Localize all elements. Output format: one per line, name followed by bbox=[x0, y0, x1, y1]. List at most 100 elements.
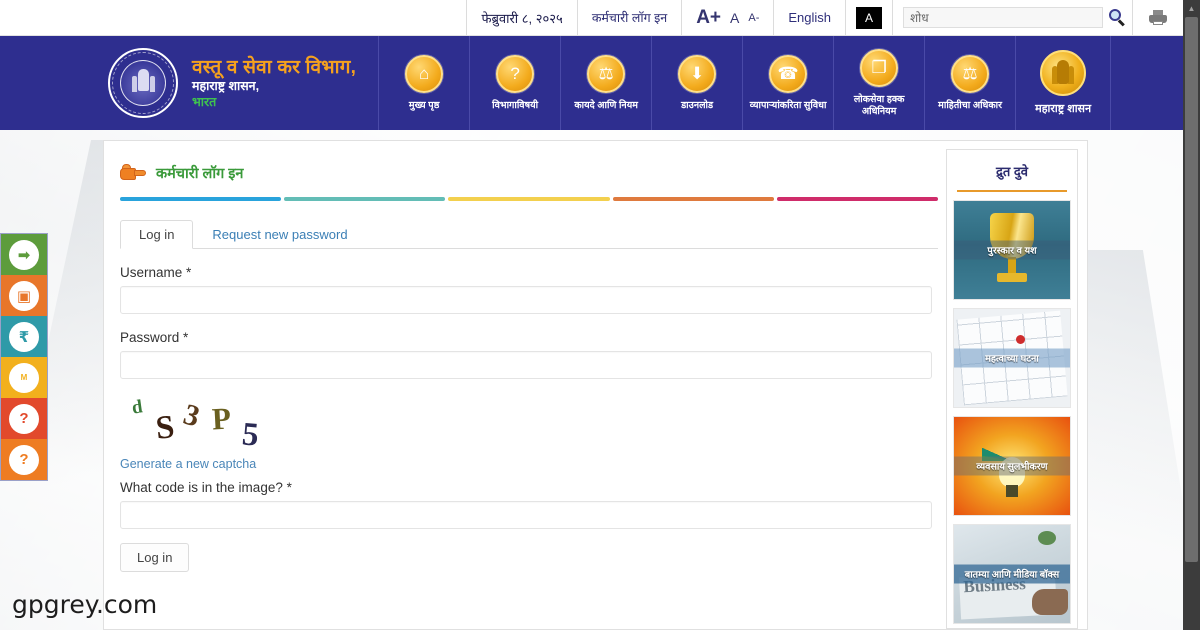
username-input[interactable] bbox=[120, 286, 932, 314]
rainbow-segment-2 bbox=[448, 197, 610, 201]
nav-item-label: लोकसेवा हक्क अधिनियम bbox=[853, 94, 905, 117]
brand-title-line3: भारत bbox=[192, 94, 217, 109]
quick-links-rule bbox=[957, 190, 1067, 192]
captcha-char-1: S bbox=[154, 409, 177, 447]
printer-icon bbox=[1149, 10, 1167, 25]
nav-item-3[interactable]: ⬇ डाउनलोड bbox=[651, 36, 742, 130]
document-image-icon: ❐ bbox=[860, 49, 899, 88]
font-increase-button[interactable]: A+ bbox=[696, 7, 721, 29]
rainbow-segment-3 bbox=[612, 197, 774, 201]
font-size-controls: A+ A A- bbox=[681, 0, 773, 35]
quick-link-card-2[interactable]: व्यवसाय सुलभीकरण bbox=[953, 416, 1071, 516]
page-title: कर्मचारी लॉग इन bbox=[156, 166, 244, 182]
captcha-char-0: d bbox=[130, 396, 144, 419]
captcha-question-label: What code is in the image? * bbox=[120, 480, 292, 495]
nav-item-1[interactable]: ? विभागाविषयी bbox=[469, 36, 560, 130]
current-date: फेब्रुवारी ८, २०२५ bbox=[466, 0, 576, 35]
question-circle-icon: ? bbox=[496, 54, 535, 93]
search-input[interactable] bbox=[903, 7, 1103, 28]
print-button[interactable] bbox=[1132, 0, 1183, 35]
government-seal-icon bbox=[1040, 49, 1087, 96]
brand-title-line2: महाराष्ट्र शासन, bbox=[192, 79, 260, 94]
nav-item-2[interactable]: ⚖ कायदे आणि नियम bbox=[560, 36, 651, 130]
nav-item-label: विभागाविषयी bbox=[492, 99, 539, 111]
rainbow-divider bbox=[120, 197, 939, 201]
home-icon: ⌂ bbox=[405, 54, 444, 93]
nav-item-label: कायदे आणि नियम bbox=[574, 99, 638, 111]
scales-small-icon: ⚖ bbox=[951, 54, 990, 93]
nav-item-government[interactable]: महाराष्ट्र शासन bbox=[1015, 36, 1112, 130]
trophy-icon-caption: पुरस्कार व यश bbox=[954, 240, 1070, 260]
rail-item-e-payment[interactable]: ₹ bbox=[1, 316, 47, 357]
rainbow-segment-0 bbox=[120, 197, 282, 201]
login-button[interactable]: Log in bbox=[120, 543, 190, 572]
login-tabs: Log in Request new password bbox=[120, 219, 938, 249]
newspaper-icon-caption: बातम्या आणि मीडिया बॉक्स bbox=[954, 564, 1070, 584]
tab-0[interactable]: Log in bbox=[120, 220, 194, 249]
language-toggle-link[interactable]: English bbox=[773, 0, 845, 35]
browser-viewport: फेब्रुवारी ८, २०२५ कर्मचारी लॉग इन A+ A … bbox=[0, 0, 1200, 630]
quick-action-rail: ➡ ▣ ₹ M?? bbox=[0, 233, 48, 481]
captcha-char-2: 3 bbox=[179, 397, 204, 434]
headset-icon: ☎ bbox=[769, 54, 808, 93]
brand-text: वस्तू व सेवा कर विभाग, महाराष्ट्र शासन, … bbox=[192, 56, 356, 110]
user-card-icon: ▣ bbox=[9, 280, 39, 311]
brand-title-line1: वस्तू व सेवा कर विभाग, bbox=[192, 57, 357, 79]
font-decrease-button[interactable]: A- bbox=[748, 12, 759, 24]
password-input[interactable] bbox=[120, 351, 932, 379]
nav-item-0[interactable]: ⌂ मुख्य पृष्ठ bbox=[378, 36, 469, 130]
quick-link-card-3[interactable]: Business बातम्या आणि मीडिया बॉक्स bbox=[953, 524, 1071, 624]
maharashtra-gst-emblem-icon bbox=[108, 48, 178, 118]
site-search bbox=[892, 0, 1132, 35]
nav-item-4[interactable]: ☎ व्यापाऱ्यांकरिता सुविधा bbox=[742, 36, 833, 130]
generate-new-captcha-link[interactable]: Generate a new captcha bbox=[120, 457, 256, 471]
captcha-image: dS3P5 bbox=[120, 396, 290, 455]
rail-item-new-registration[interactable]: ▣ bbox=[1, 275, 47, 316]
quick-links-heading: द्रुत दुवे bbox=[995, 164, 1029, 179]
watermark: gpgrey.com bbox=[12, 590, 158, 619]
lightbulb-icon-caption: व्यवसाय सुलभीकरण bbox=[954, 456, 1070, 476]
captcha-input[interactable] bbox=[120, 501, 932, 529]
nav-item-5[interactable]: ❐ लोकसेवा हक्क अधिनियम bbox=[833, 36, 924, 130]
quick-link-card-0[interactable]: पुरस्कार व यश bbox=[953, 200, 1071, 300]
search-icon[interactable] bbox=[1109, 9, 1126, 27]
employee-login-link[interactable]: कर्मचारी लॉग इन bbox=[576, 0, 681, 35]
captcha-char-3: P bbox=[211, 400, 232, 437]
rainbow-segment-1 bbox=[284, 197, 446, 201]
password-label: Password * bbox=[120, 330, 189, 345]
scales-icon: ⚖ bbox=[587, 54, 626, 93]
download-icon: ⬇ bbox=[678, 54, 717, 93]
quick-links-panel: द्रुत दुवे पुरस्कार व यश महत्वाच्या घटना व… bbox=[946, 149, 1078, 629]
scrollbar-thumb[interactable] bbox=[1185, 17, 1198, 562]
captcha-char-4: 5 bbox=[240, 416, 261, 454]
quick-links-card-list: पुरस्कार व यश महत्वाच्या घटना व्यवसाय सुलभ… bbox=[947, 200, 1077, 624]
main-navigation: ⌂ मुख्य पृष्ठ? विभागाविषयी ⚖ कायदे आणि नियम ⬇… bbox=[378, 36, 1112, 130]
site-brand[interactable]: वस्तू व सेवा कर विभाग, महाराष्ट्र शासन, … bbox=[0, 48, 356, 118]
quick-link-card-1[interactable]: महत्वाच्या घटना bbox=[953, 308, 1071, 408]
page-heading: कर्मचारी लॉग इन bbox=[120, 163, 934, 183]
nav-item-label: मुख्य पृष्ठ bbox=[408, 99, 440, 111]
head-question-icon: ? bbox=[9, 444, 39, 475]
rail-item-e-services-login[interactable]: ➡ bbox=[1, 234, 47, 275]
nav-item-6[interactable]: ⚖ माहितीचा अधिकार bbox=[924, 36, 1015, 130]
username-label: Username * bbox=[120, 265, 192, 280]
user-arrow-icon: ➡ bbox=[9, 239, 39, 270]
page-scrollbar[interactable]: ▲ bbox=[1183, 0, 1200, 630]
contrast-toggle[interactable]: A bbox=[845, 0, 892, 35]
site-header: वस्तू व सेवा कर विभाग, महाराष्ट्र शासन, … bbox=[0, 36, 1183, 130]
top-utility-bar: फेब्रुवारी ८, २०२५ कर्मचारी लॉग इन A+ A … bbox=[0, 0, 1183, 36]
pointing-hand-icon bbox=[120, 164, 147, 182]
calendar-icon-caption: महत्वाच्या घटना bbox=[954, 348, 1070, 368]
nav-item-label: महाराष्ट्र शासन bbox=[1035, 102, 1092, 115]
font-normal-button[interactable]: A bbox=[730, 10, 739, 26]
rail-item-faq-chat[interactable]: ? bbox=[1, 398, 47, 439]
rail-item-help-desk[interactable]: ? bbox=[1, 439, 47, 480]
content-card: कर्मचारी लॉग इन Log in Request new passwo… bbox=[103, 140, 1088, 630]
tab-1[interactable]: Request new password bbox=[193, 220, 366, 249]
rail-item-mahagst-know-your[interactable]: M bbox=[1, 357, 47, 398]
rainbow-segment-4 bbox=[776, 197, 939, 201]
scroll-up-arrow[interactable]: ▲ bbox=[1183, 0, 1200, 17]
rupee-icon: ₹ bbox=[9, 321, 39, 352]
mahagst-logo-icon: M bbox=[9, 362, 39, 393]
login-panel: कर्मचारी लॉग इन Log in Request new passwo… bbox=[104, 141, 939, 629]
